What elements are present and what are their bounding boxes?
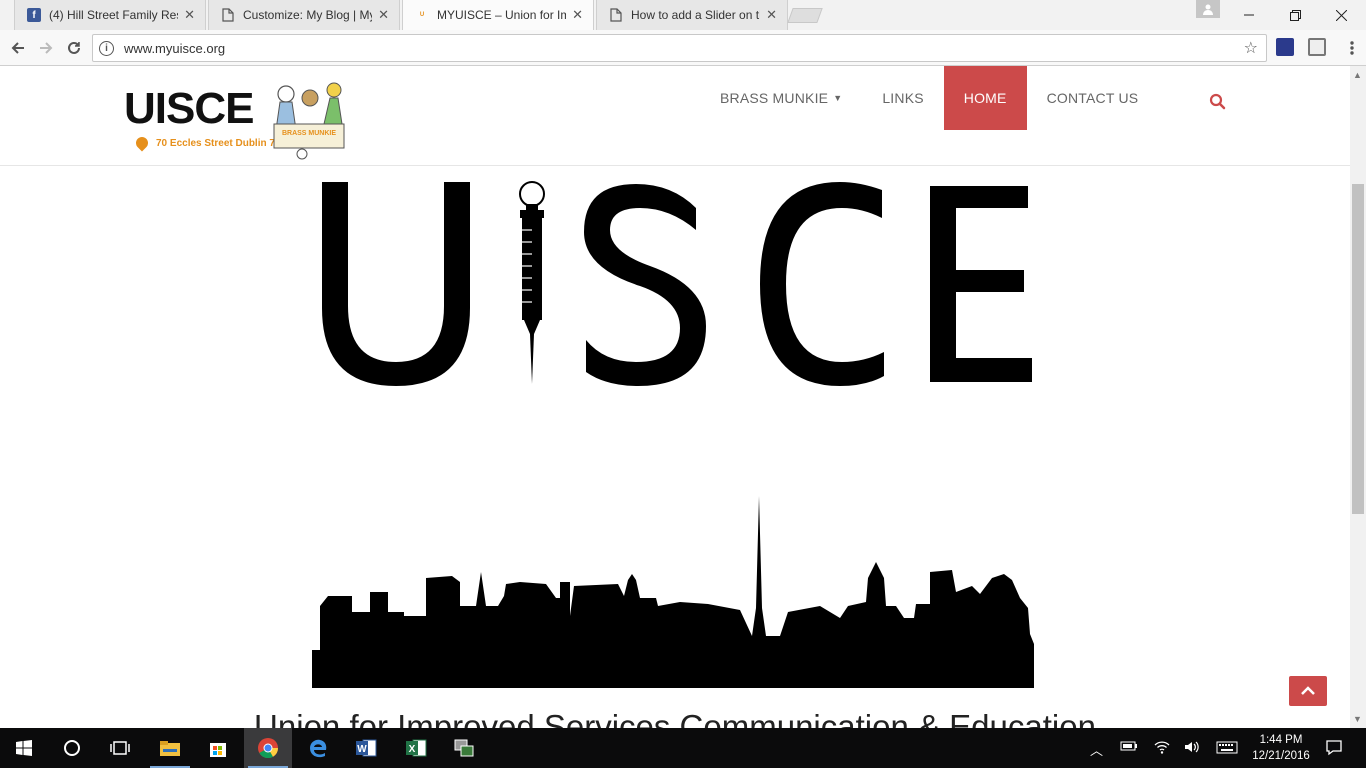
chevron-up-icon xyxy=(1301,686,1315,695)
action-center-icon[interactable] xyxy=(1325,738,1343,759)
store-icon[interactable] xyxy=(194,728,242,768)
tab-facebook[interactable]: f (4) Hill Street Family Resc ✕ xyxy=(14,0,206,30)
uisce-favicon: U xyxy=(419,12,425,18)
facebook-icon: f xyxy=(27,8,41,22)
scroll-to-top-button[interactable] xyxy=(1289,676,1327,706)
clock-time: 1:44 PM xyxy=(1259,734,1303,746)
hero-logo-wordmark xyxy=(322,181,1032,386)
page-icon xyxy=(609,8,623,22)
task-view-icon[interactable] xyxy=(96,728,144,768)
nav-brass-munkie[interactable]: BRASS MUNKIE ▼ xyxy=(700,66,862,130)
reload-icon[interactable] xyxy=(62,36,86,60)
page-viewport: UISCE 70 Eccles Street Dublin 7 BRASS MU… xyxy=(0,66,1350,728)
tab-customize[interactable]: Customize: My Blog | My ✕ xyxy=(208,0,400,30)
caret-down-icon: ▼ xyxy=(833,93,843,103)
tab-slider[interactable]: How to add a Slider on th ✕ xyxy=(596,0,788,30)
edge-icon[interactable] xyxy=(294,728,342,768)
close-tab-icon[interactable]: ✕ xyxy=(184,7,195,23)
logo-address: 70 Eccles Street Dublin 7 xyxy=(133,134,275,152)
windows-taskbar: W X ︿ 1:44 PM 12/21/2016 xyxy=(0,728,1366,768)
close-window-icon[interactable] xyxy=(1318,0,1364,30)
volume-icon[interactable] xyxy=(1184,740,1200,757)
tab-title: MYUISCE – Union for Imp xyxy=(437,8,567,22)
keyboard-icon[interactable] xyxy=(1216,740,1238,757)
tab-title: How to add a Slider on th xyxy=(631,8,761,22)
url-text: www.myuisce.org xyxy=(124,40,226,56)
show-hidden-icons-icon[interactable]: ︿ xyxy=(1090,740,1103,759)
word-icon[interactable]: W xyxy=(342,728,390,768)
profile-icon[interactable] xyxy=(1196,0,1220,18)
close-tab-icon[interactable]: ✕ xyxy=(766,7,777,23)
main-navigation: BRASS MUNKIE ▼ LINKS HOME CONTACT US xyxy=(700,66,1158,130)
scroll-up-arrow-icon[interactable]: ▲ xyxy=(1353,70,1362,80)
forward-arrow-icon[interactable] xyxy=(34,36,58,60)
scrollbar-thumb[interactable] xyxy=(1352,184,1364,514)
hero-logo-graphic xyxy=(312,181,1034,688)
nav-home[interactable]: HOME xyxy=(943,66,1027,130)
location-pin-icon xyxy=(133,134,151,152)
excel-icon[interactable]: X xyxy=(392,728,440,768)
tab-title: (4) Hill Street Family Resc xyxy=(49,8,179,22)
bookmark-star-icon[interactable]: ☆ xyxy=(1244,38,1258,58)
tab-myuisce[interactable]: U MYUISCE – Union for Imp ✕ xyxy=(402,0,594,30)
system-clock[interactable]: 1:44 PM 12/21/2016 xyxy=(1244,732,1318,764)
browser-toolbar: i www.myuisce.org ☆ xyxy=(0,30,1366,66)
dublin-skyline-graphic xyxy=(312,496,1034,688)
tab-title: Customize: My Blog | My xyxy=(243,8,373,22)
nav-contact-us[interactable]: CONTACT US xyxy=(1027,66,1159,130)
windows-start-icon[interactable] xyxy=(0,728,48,768)
close-tab-icon[interactable]: ✕ xyxy=(378,7,389,23)
search-icon[interactable] xyxy=(1208,92,1228,112)
close-tab-icon[interactable]: ✕ xyxy=(572,7,583,23)
svg-text:X: X xyxy=(409,744,416,755)
back-arrow-icon[interactable] xyxy=(6,36,30,60)
nav-label: BRASS MUNKIE xyxy=(720,90,829,106)
browser-tab-strip: f (4) Hill Street Family Resc ✕ Customiz… xyxy=(0,0,1366,30)
nav-label: HOME xyxy=(963,90,1007,106)
nav-links[interactable]: LINKS xyxy=(862,66,943,130)
restore-icon[interactable] xyxy=(1272,0,1318,30)
extension-icon[interactable] xyxy=(1276,38,1294,56)
address-text: 70 Eccles Street Dublin 7 xyxy=(156,137,275,149)
page-icon xyxy=(221,8,235,22)
menu-icon[interactable] xyxy=(1340,36,1364,60)
site-logo[interactable]: UISCE xyxy=(124,84,254,133)
new-tab-button[interactable] xyxy=(787,8,823,23)
battery-icon[interactable] xyxy=(1120,740,1138,755)
site-header: UISCE 70 Eccles Street Dublin 7 BRASS MU… xyxy=(0,66,1350,166)
extension-m-icon[interactable] xyxy=(1308,38,1326,56)
chrome-icon[interactable] xyxy=(244,728,292,768)
file-explorer-icon[interactable] xyxy=(146,728,194,768)
minimize-icon[interactable] xyxy=(1226,0,1272,30)
page-scrollbar[interactable]: ▲ ▼ xyxy=(1350,66,1366,728)
logo-text: UISCE xyxy=(124,84,254,133)
cortana-search-icon[interactable] xyxy=(48,728,96,768)
scroll-down-arrow-icon[interactable]: ▼ xyxy=(1353,714,1362,724)
clock-date: 12/21/2016 xyxy=(1252,750,1310,762)
network-app-icon[interactable] xyxy=(440,728,488,768)
wifi-icon[interactable] xyxy=(1154,740,1170,757)
nav-label: LINKS xyxy=(882,90,924,106)
svg-text:BRASS MUNKIE: BRASS MUNKIE xyxy=(282,130,336,137)
hero-title: Union for Improved Services Communicatio… xyxy=(254,708,1096,728)
brass-munkie-logo[interactable]: BRASS MUNKIE xyxy=(272,80,352,166)
address-bar[interactable]: i www.myuisce.org ☆ xyxy=(92,34,1267,62)
svg-text:W: W xyxy=(357,744,367,755)
nav-label: CONTACT US xyxy=(1046,90,1139,106)
info-icon[interactable]: i xyxy=(99,40,114,56)
